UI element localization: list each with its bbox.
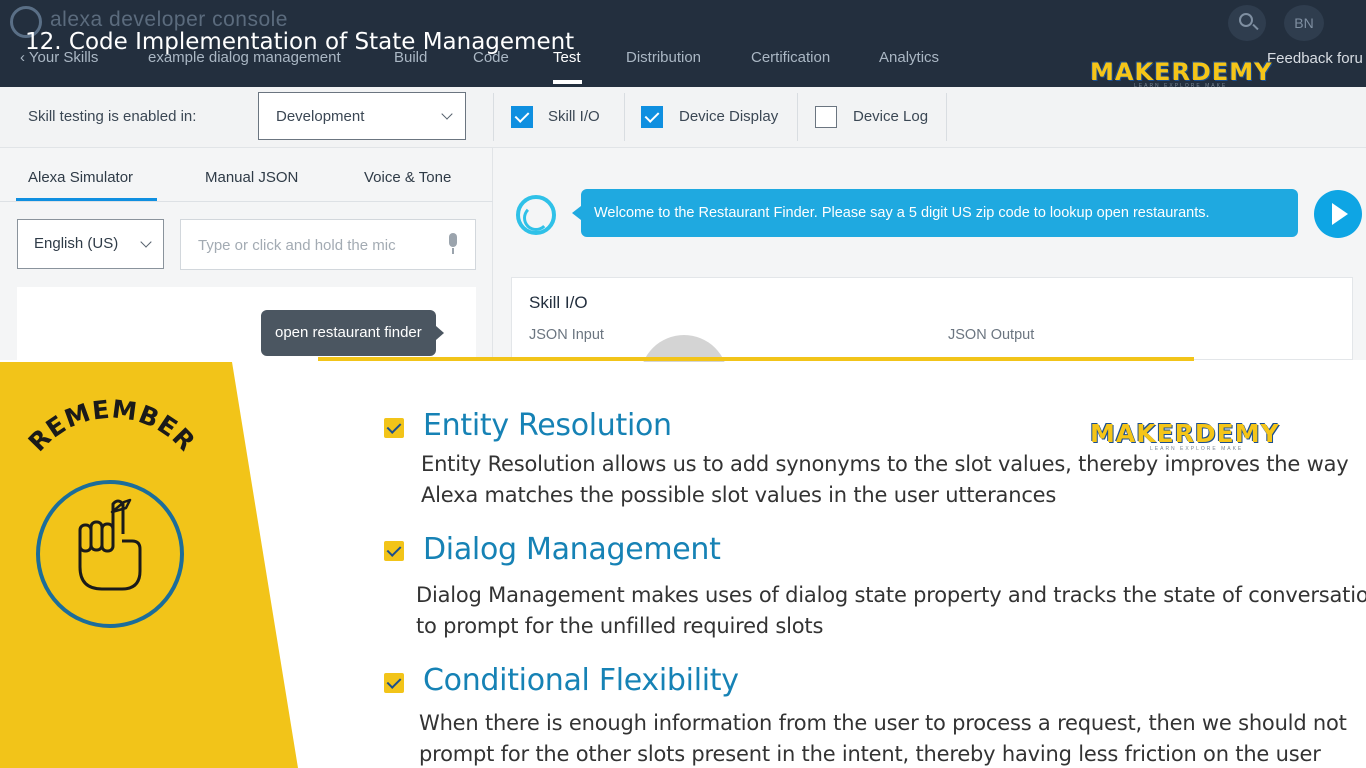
device-display-label: Device Display (679, 108, 779, 125)
tab-voice-tone[interactable]: Voice & Tone (364, 169, 451, 186)
makerdemy-logo-top: MAKERDEMY (1090, 58, 1273, 86)
divider (624, 93, 625, 141)
language-value: English (US) (34, 235, 119, 252)
skill-io-title: Skill I/O (529, 293, 588, 312)
feedback-link[interactable]: Feedback foru (1267, 50, 1363, 67)
utterance-placeholder: Type or click and hold the mic (198, 237, 396, 254)
tab-alexa-simulator[interactable]: Alexa Simulator (28, 169, 133, 186)
chevron-down-icon (441, 108, 453, 120)
active-tab-indicator (553, 80, 582, 84)
mic-icon[interactable] (446, 233, 460, 255)
console-body: Skill testing is enabled in: Development… (0, 87, 1366, 367)
makerdemy-logo-slide: MAKERDEMY (1090, 419, 1280, 448)
language-select[interactable]: English (US) (17, 219, 164, 269)
environment-select[interactable]: Development (258, 92, 466, 140)
checkbox-icon (384, 541, 404, 561)
utterance-input[interactable]: Type or click and hold the mic (180, 219, 476, 270)
divider (797, 93, 798, 141)
tab-distribution[interactable]: Distribution (626, 49, 701, 66)
testing-label: Skill testing is enabled in: (28, 108, 197, 125)
test-toolbar: Skill testing is enabled in: Development… (0, 87, 1366, 148)
active-tab-indicator (16, 198, 157, 201)
simulator-panel: Alexa Simulator Manual JSON Voice & Tone… (0, 148, 493, 367)
checkbox-icon (384, 673, 404, 693)
device-log-label: Device Log (853, 108, 929, 125)
slide-top-bar (318, 357, 1194, 361)
json-output-label: JSON Output (948, 327, 1035, 343)
environment-value: Development (276, 108, 365, 125)
skill-io-panel: Skill I/O JSON Input JSON Output (511, 277, 1353, 360)
item-text: When there is enough information from th… (419, 711, 1347, 735)
skill-io-label: Skill I/O (548, 108, 600, 125)
tab-manual-json[interactable]: Manual JSON (205, 169, 298, 186)
chat-area: open restaurant finder (17, 287, 476, 367)
item-heading: Conditional Flexibility (423, 663, 739, 698)
tab-analytics[interactable]: Analytics (879, 49, 939, 66)
tabs-divider (0, 201, 493, 202)
device-panel: Welcome to the Restaurant Finder. Please… (494, 148, 1366, 360)
item-text: prompt for the other slots present in th… (419, 742, 1321, 766)
item-text: Alexa matches the possible slot values i… (421, 483, 1057, 507)
item-heading: Entity Resolution (423, 408, 672, 443)
json-input-label: JSON Input (529, 327, 604, 343)
alexa-ring-icon (516, 195, 556, 235)
item-text: Dialog Management makes uses of dialog s… (416, 583, 1366, 607)
device-log-checkbox[interactable] (815, 106, 837, 128)
search-icon[interactable] (1228, 5, 1266, 41)
item-heading: Dialog Management (423, 532, 721, 567)
divider (493, 93, 494, 141)
item-text: to prompt for the unfilled required slot… (416, 614, 824, 638)
avatar[interactable]: BN (1284, 5, 1324, 41)
remember-slide: REMEMBER MAKERDEMY LEARN EXPLORE MAKE En… (0, 362, 1366, 768)
chevron-down-icon (140, 236, 152, 248)
divider (946, 93, 947, 141)
skill-io-checkbox[interactable] (511, 106, 533, 128)
remember-badge: REMEMBER (0, 362, 298, 768)
checkbox-icon (384, 418, 404, 438)
item-text: Entity Resolution allows us to add synon… (421, 452, 1349, 476)
device-display-checkbox[interactable] (641, 106, 663, 128)
tab-certification[interactable]: Certification (751, 49, 830, 66)
console-header: alexa developer console ‹ Your Skills ex… (0, 0, 1366, 87)
play-button[interactable] (1314, 190, 1362, 238)
video-title: 12. Code Implementation of State Managem… (25, 29, 575, 55)
alexa-response-bubble: Welcome to the Restaurant Finder. Please… (572, 189, 1298, 237)
user-message-bubble: open restaurant finder (261, 310, 444, 356)
